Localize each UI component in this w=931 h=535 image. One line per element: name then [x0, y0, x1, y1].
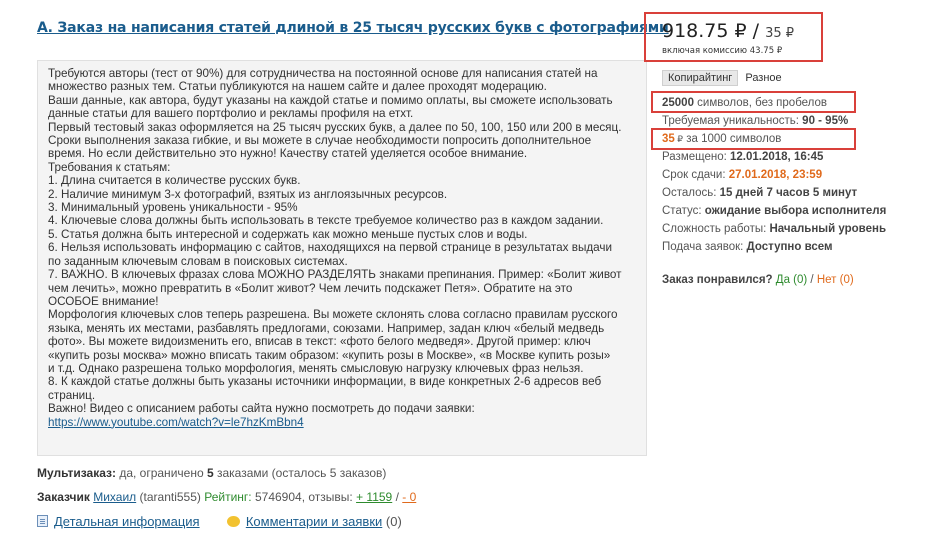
description-line: 1. Длина считается в количестве русских …	[48, 174, 301, 188]
reviews-sep: /	[392, 490, 403, 504]
description-line: и т.д. Однако разрешена только морфологи…	[48, 361, 584, 375]
description-line: языка, менять их местами, разбавлять пре…	[48, 321, 605, 335]
price-value: 918.75 ₽	[662, 20, 747, 42]
description-line: Сроки выполнения заказа гибкие, и вы мож…	[48, 134, 592, 148]
price-slash: /	[746, 20, 766, 42]
details-link[interactable]: Детальная информация	[54, 514, 200, 529]
description-line: Требуются авторы (тест от 90%) для сотру…	[48, 67, 598, 80]
status-info: Статус: ожидание выбора исполнителя	[662, 205, 886, 217]
complexity-label: Сложность работы:	[662, 223, 770, 235]
applications-info: Подача заявок: Доступно всем	[662, 241, 833, 253]
rate-info: 35 ₽ за 1000 символов	[662, 133, 781, 145]
volume-text: символов, без пробелов	[693, 97, 828, 109]
description-line: фото». Вы можете видоизменить его, вписа…	[48, 335, 591, 349]
like-info: Заказ понравился? Да (0) / Нет (0)	[662, 274, 854, 286]
uniqueness-info: Требуемая уникальность: 90 - 95%	[662, 115, 848, 127]
price-box: 918.75 ₽ / 35 ₽ включая комиссию 43.75 ₽	[644, 12, 823, 62]
multiorder-label: Мультизаказ:	[37, 466, 116, 480]
like-yes-link[interactable]: Да	[776, 274, 790, 286]
multiorder-text-1: да, ограничено	[115, 466, 207, 480]
like-yes-count: (0)	[793, 274, 808, 286]
applications-value: Доступно всем	[746, 241, 833, 253]
rating-value: 5746904	[254, 490, 302, 504]
description-line: 6. Нельзя использовать информацию с сайт…	[48, 241, 613, 255]
uniqueness-value: 90 - 95%	[802, 115, 849, 127]
status-value: ожидание выбора исполнителя	[704, 205, 887, 217]
document-icon	[37, 515, 48, 527]
volume-info: 25000 символов, без пробелов	[662, 97, 827, 109]
customer-info: Заказчик Михаил (taranti555) Рейтинг: 57…	[37, 490, 416, 504]
placed-info: Размещено: 12.01.2018, 16:45	[662, 151, 823, 163]
multiorder-text-2: заказами (осталось 5 заказов)	[213, 466, 387, 480]
like-no-link[interactable]: Нет	[817, 274, 837, 286]
description-line: «купить розы москва» можно вписать таким…	[48, 348, 611, 362]
video-link[interactable]: https://www.youtube.com/watch?v=le7hzKmB…	[48, 416, 304, 429]
comments-link[interactable]: Комментарии и заявки	[246, 514, 382, 529]
multiorder-info: Мультизаказ: да, ограничено 5 заказами (…	[37, 466, 386, 480]
description-line: страниц.	[48, 388, 96, 402]
deadline-value: 27.01.2018, 23:59	[728, 169, 823, 181]
price-fee: включая комиссию 43.75 ₽	[662, 46, 783, 56]
description-line: 3. Минимальный уровень уникальности - 95…	[48, 201, 298, 215]
description-line: Требования к статьям:	[48, 160, 171, 174]
placed-label: Размещено:	[662, 151, 730, 163]
price-rate: 35 ₽	[765, 26, 795, 41]
description-line: Первый тестовый заказ оформляется на 25 …	[48, 120, 622, 134]
uniqueness-label: Требуемая уникальность:	[662, 115, 803, 127]
tag-copywriting[interactable]: Копирайтинг	[662, 70, 739, 86]
comment-bubble-icon	[226, 516, 240, 527]
description-line: Морфология ключевых слов теперь разрешен…	[48, 308, 618, 322]
description-line: Ваши данные, как автора, будут указаны н…	[48, 93, 613, 107]
order-title-link[interactable]: А. Заказ на написания статей длиной в 25…	[37, 20, 669, 36]
description-line: время. Но если действительно это нужно! …	[48, 147, 528, 161]
description-text: Требуются авторы (тест от 90%) для сотру…	[48, 67, 636, 416]
reviews-positive-link[interactable]: + 1159	[356, 490, 392, 504]
time-left-label: Осталось:	[662, 187, 720, 199]
description-line: 2. Наличие минимум 3-х фотографий, взяты…	[48, 187, 448, 201]
customer-login: (taranti555)	[139, 490, 201, 504]
tag-other[interactable]: Разное	[741, 71, 785, 85]
rating-label: Рейтинг:	[204, 490, 252, 504]
description-line: 7. ВАЖНО. В ключевых фразах слова МОЖНО …	[48, 268, 622, 282]
rate-currency: ₽	[674, 134, 684, 144]
like-no-count: (0)	[839, 274, 854, 286]
applications-label: Подача заявок:	[662, 241, 747, 253]
placed-value: 12.01.2018, 16:45	[730, 151, 824, 163]
description-line: Важно! Видео с описанием работы сайта ну…	[48, 402, 475, 416]
customer-label: Заказчик	[37, 490, 90, 504]
like-label: Заказ понравился?	[662, 274, 773, 286]
deadline-info: Срок сдачи: 27.01.2018, 23:59	[662, 169, 822, 181]
description-line: 5. Статья должна быть интересной и содер…	[48, 227, 528, 241]
complexity-info: Сложность работы: Начальный уровень	[662, 223, 886, 235]
description-line: чем лечить», можно превратить в «Болит ж…	[48, 281, 573, 295]
description-line: 4. Ключевые слова должны быть использова…	[48, 214, 604, 228]
category-tags: Копирайтинг Разное	[662, 70, 786, 86]
description-line: множество разных тем. Статьи публикуются…	[48, 80, 547, 94]
multiorder-count: 5	[206, 466, 214, 480]
description-line: ОСОБОЕ внимание!	[48, 294, 159, 308]
rate-value: 35	[662, 133, 675, 145]
status-label: Статус:	[662, 205, 705, 217]
rate-text: за 1000 символов	[683, 133, 782, 145]
order-description: Требуются авторы (тест от 90%) для сотру…	[37, 60, 647, 456]
description-line: данные статьи для вашего портфолио и рек…	[48, 107, 414, 121]
order-links: Детальная информация Комментарии и заявк…	[37, 514, 402, 529]
description-line: по заданным ключевым словам в поисковых …	[48, 254, 348, 268]
reviews-negative-link[interactable]: - 0	[402, 490, 416, 504]
price-main: 918.75 ₽ / 35 ₽	[662, 20, 794, 42]
volume-value: 25000	[662, 97, 694, 109]
complexity-value: Начальный уровень	[769, 223, 887, 235]
reviews-label: , отзывы:	[301, 490, 353, 504]
time-left-value: 15 дней 7 часов 5 минут	[719, 187, 858, 199]
like-sep: /	[807, 274, 817, 286]
time-left-info: Осталось: 15 дней 7 часов 5 минут	[662, 187, 857, 199]
comments-count: (0)	[382, 514, 402, 529]
description-line: 8. К каждой статье должны быть указаны и…	[48, 375, 602, 389]
customer-name-link[interactable]: Михаил	[93, 490, 136, 504]
deadline-label: Срок сдачи:	[662, 169, 729, 181]
